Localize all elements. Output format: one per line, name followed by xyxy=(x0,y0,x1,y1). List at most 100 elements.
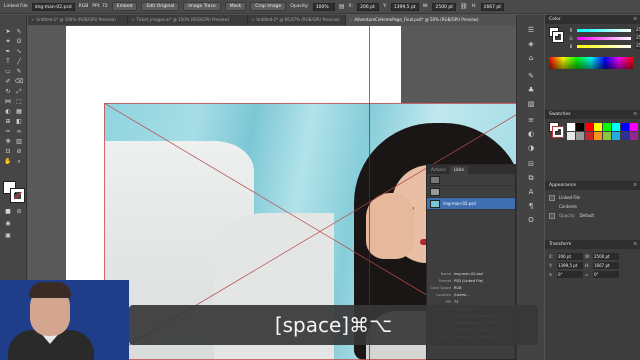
lasso-icon[interactable]: ʘ xyxy=(14,37,24,46)
hand-tool-icon[interactable]: ✋ xyxy=(3,157,13,166)
swatch[interactable] xyxy=(567,123,575,131)
document-tab[interactable]: × Untitled-1* @ 100% (RGB/GPU Preview) xyxy=(28,15,128,25)
gradient-icon[interactable]: ◐ xyxy=(525,129,537,139)
symbol-sprayer-icon[interactable]: ❋ xyxy=(3,137,13,146)
shear-input[interactable]: 0° xyxy=(593,271,619,278)
link-row[interactable] xyxy=(427,186,515,198)
stroke-color-icon[interactable] xyxy=(552,31,564,43)
curvature-tool-icon[interactable]: ∿ xyxy=(14,47,24,56)
crop-image-button[interactable]: Crop Image xyxy=(250,2,287,11)
swatch[interactable] xyxy=(567,132,575,140)
perspective-grid-icon[interactable]: ▦ xyxy=(14,107,24,116)
line-tool-icon[interactable]: ╱ xyxy=(14,57,24,66)
symbols-icon[interactable]: ♣ xyxy=(525,85,537,95)
w-input[interactable]: 2500 pt xyxy=(432,2,456,11)
shape-builder-icon[interactable]: ◐ xyxy=(3,107,13,116)
panel-menu-icon[interactable]: ≡ xyxy=(633,181,637,190)
swatches-panel-header[interactable]: Swatches ≡ xyxy=(545,110,640,119)
mesh-tool-icon[interactable]: ⊞ xyxy=(3,117,13,126)
transform-w-input[interactable]: 2500 pt xyxy=(593,253,619,260)
image-trace-button[interactable]: Image Trace xyxy=(183,2,221,11)
opentype-icon[interactable]: O xyxy=(525,215,537,225)
panel-menu-icon[interactable]: ≡ xyxy=(633,110,637,119)
b-slider[interactable]: B255 xyxy=(565,42,640,50)
swatch[interactable] xyxy=(621,132,629,140)
opacity-input[interactable]: 100% xyxy=(312,2,335,11)
swatch[interactable] xyxy=(576,123,584,131)
eyedropper-icon[interactable]: ✑ xyxy=(3,127,13,136)
link-row[interactable] xyxy=(427,174,515,186)
shaper-tool-icon[interactable]: ✐ xyxy=(3,77,13,86)
magic-wand-icon[interactable]: ✦ xyxy=(3,37,13,46)
transparency-icon[interactable]: ◑ xyxy=(525,143,537,153)
x-input[interactable]: 206 pt xyxy=(357,2,380,11)
r-slider-track[interactable] xyxy=(577,28,631,32)
r-slider[interactable]: R255 xyxy=(565,26,640,34)
color-mode-icon[interactable]: ■ xyxy=(3,207,13,216)
swatch[interactable] xyxy=(594,123,602,131)
swatch[interactable] xyxy=(621,123,629,131)
mask-button[interactable]: Mask xyxy=(224,2,247,11)
slice-tool-icon[interactable]: ⊘ xyxy=(14,147,24,156)
swatch[interactable] xyxy=(594,132,602,140)
panel-menu-icon[interactable]: ≡ xyxy=(633,240,637,249)
brushes-icon[interactable]: ✎ xyxy=(525,71,537,81)
link-icon[interactable]: ⛓ xyxy=(460,3,468,10)
panel-menu-icon[interactable]: ≡ xyxy=(633,15,637,24)
close-icon[interactable]: × xyxy=(131,17,134,22)
appearance-item[interactable]: Linked File xyxy=(545,193,640,202)
eraser-icon[interactable]: ⌫ xyxy=(14,77,24,86)
swatch[interactable] xyxy=(576,132,584,140)
transform-x-input[interactable]: 206 pt xyxy=(557,253,583,260)
h-input[interactable]: 1667 pt xyxy=(480,2,505,11)
fill-stroke-swatches[interactable] xyxy=(3,181,25,203)
pathfinder-icon[interactable]: ⧉ xyxy=(525,173,537,183)
type-tool-icon[interactable]: T xyxy=(3,57,13,66)
none-mode-icon[interactable]: ⊘ xyxy=(14,207,24,216)
b-slider-track[interactable] xyxy=(577,44,631,48)
y-input[interactable]: 1399,5 pt xyxy=(390,2,419,11)
transform-y-input[interactable]: 1399,5 pt xyxy=(557,262,583,269)
stroke-icon[interactable]: ≡ xyxy=(525,115,537,125)
document-tab[interactable]: × Ticket_images.ai* @ 150% (RGB/GPU Previ… xyxy=(128,15,248,25)
link-row-selected[interactable]: img-man-02.psd xyxy=(427,198,515,210)
artboard-tool-icon[interactable]: ⊡ xyxy=(3,147,13,156)
rectangle-tool-icon[interactable]: ▭ xyxy=(3,67,13,76)
swatch[interactable] xyxy=(603,132,611,140)
scale-tool-icon[interactable]: ⤢ xyxy=(14,87,24,96)
graphic-styles-icon[interactable]: ▧ xyxy=(525,99,537,109)
swatch[interactable] xyxy=(585,123,593,131)
direct-selection-tool-icon[interactable]: ⇖ xyxy=(14,27,24,36)
swatch[interactable] xyxy=(603,123,611,131)
appearance-contents[interactable]: Contents xyxy=(545,202,640,211)
tab-links[interactable]: Links xyxy=(449,166,468,174)
edit-original-button[interactable]: Edit Original xyxy=(141,2,180,11)
linked-file-name[interactable]: img-man-02.psd xyxy=(31,2,75,11)
paragraph-icon[interactable]: ¶ xyxy=(525,201,537,211)
document-tab-active[interactable]: × AdventureCoHomePage_Final.psd* @ 50% (R… xyxy=(346,15,536,25)
swatch[interactable] xyxy=(612,123,620,131)
transform-panel-header[interactable]: Transform ≡ xyxy=(545,240,640,249)
swatch[interactable] xyxy=(630,123,638,131)
zoom-tool-icon[interactable]: ⌕ xyxy=(14,157,24,166)
screen-mode-icon[interactable]: ▣ xyxy=(3,231,13,240)
paintbrush-icon[interactable]: ✎ xyxy=(14,67,24,76)
properties-icon[interactable]: ☰ xyxy=(525,25,537,35)
draw-mode-icon[interactable]: ◉ xyxy=(3,219,13,228)
rotate-input[interactable]: 0° xyxy=(557,271,583,278)
embed-button[interactable]: Embed xyxy=(111,2,138,11)
align-icon[interactable]: ▤ xyxy=(339,3,345,10)
close-icon[interactable]: × xyxy=(251,17,254,22)
visibility-eye-icon[interactable] xyxy=(549,212,555,219)
appearance-panel-header[interactable]: Appearance ≡ xyxy=(545,181,640,190)
g-slider[interactable]: G255 xyxy=(565,34,640,42)
transform-h-input[interactable]: 1667 pt xyxy=(593,262,619,269)
tab-actions[interactable]: Actions xyxy=(427,166,450,174)
layers-icon[interactable]: ◈ xyxy=(525,39,537,49)
gradient-tool-icon[interactable]: ◧ xyxy=(14,117,24,126)
g-slider-track[interactable] xyxy=(577,36,631,40)
character-icon[interactable]: A xyxy=(525,187,537,197)
free-transform-icon[interactable]: ⬚ xyxy=(14,97,24,106)
swatch-stroke-icon[interactable] xyxy=(552,126,564,138)
color-panel-header[interactable]: Color ≡ xyxy=(545,15,640,24)
